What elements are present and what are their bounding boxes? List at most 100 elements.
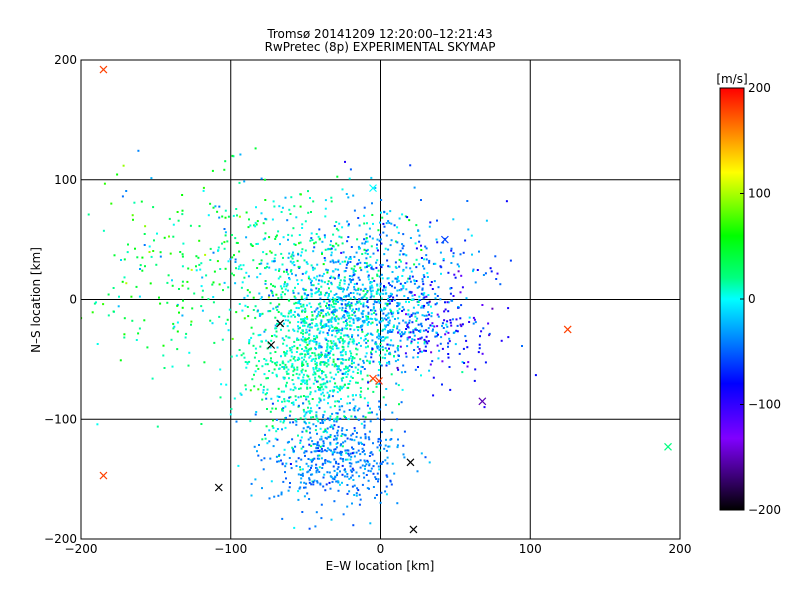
scatter-point bbox=[482, 327, 485, 330]
scatter-point bbox=[268, 266, 271, 269]
scatter-point bbox=[346, 334, 349, 337]
scatter-point bbox=[380, 364, 383, 367]
scatter-point bbox=[287, 489, 290, 492]
scatter-point bbox=[355, 461, 358, 464]
scatter-point bbox=[341, 362, 344, 365]
y-tick-label: −100 bbox=[44, 412, 77, 426]
scatter-point bbox=[303, 358, 305, 361]
scatter-point bbox=[344, 310, 347, 312]
scatter-point bbox=[332, 329, 335, 332]
scatter-point bbox=[302, 318, 305, 321]
scatter-point bbox=[456, 324, 459, 327]
scatter-point bbox=[356, 487, 359, 490]
colorbar-tick-label: −200 bbox=[748, 503, 781, 517]
scatter-point bbox=[384, 302, 387, 305]
scatter-point bbox=[347, 283, 350, 286]
scatter-point bbox=[363, 424, 366, 427]
scatter-point bbox=[288, 414, 291, 417]
scatter-point bbox=[150, 177, 153, 180]
scatter-point bbox=[345, 367, 347, 370]
scatter-point bbox=[358, 293, 361, 296]
scatter-point bbox=[403, 456, 406, 459]
scatter-point bbox=[292, 374, 295, 377]
scatter-point bbox=[371, 321, 374, 324]
scatter-point bbox=[292, 366, 295, 369]
scatter-point bbox=[256, 450, 258, 453]
scatter-point bbox=[316, 441, 319, 444]
scatter-point bbox=[126, 251, 129, 254]
scatter-point bbox=[335, 329, 338, 332]
scatter-point bbox=[441, 383, 443, 386]
scatter-point bbox=[297, 404, 300, 407]
scatter-point bbox=[259, 345, 262, 348]
scatter-point bbox=[425, 314, 428, 317]
scatter-point bbox=[340, 377, 343, 380]
scatter-point bbox=[351, 485, 354, 488]
scatter-point bbox=[300, 321, 303, 324]
scatter-point bbox=[333, 305, 336, 308]
scatter-point bbox=[341, 226, 344, 229]
scatter-point bbox=[380, 266, 383, 269]
scatter-point bbox=[289, 349, 292, 352]
scatter-point bbox=[507, 307, 510, 310]
scatter-point bbox=[230, 272, 233, 275]
scatter-point bbox=[375, 247, 378, 250]
scatter-point bbox=[365, 249, 368, 252]
scatter-point bbox=[410, 291, 413, 294]
scatter-point bbox=[309, 197, 311, 199]
scatter-point bbox=[292, 449, 295, 452]
scatter-point bbox=[361, 378, 364, 381]
scatter-point bbox=[281, 463, 284, 466]
scatter-point bbox=[296, 368, 299, 371]
scatter-point bbox=[402, 333, 404, 336]
scatter-point bbox=[254, 305, 257, 308]
scatter-point bbox=[156, 232, 158, 235]
scatter-point bbox=[265, 397, 268, 400]
scatter-point bbox=[255, 352, 258, 354]
scatter-point bbox=[368, 438, 371, 441]
scatter-point bbox=[223, 281, 226, 284]
scatter-point bbox=[302, 427, 305, 430]
scatter-point bbox=[318, 355, 321, 358]
scatter-point bbox=[379, 293, 381, 296]
scatter-point bbox=[285, 271, 288, 273]
scatter-point bbox=[139, 264, 142, 267]
scatter-point bbox=[390, 429, 393, 432]
scatter-point bbox=[375, 385, 378, 388]
scatter-point bbox=[372, 486, 375, 488]
scatter-point bbox=[270, 289, 273, 292]
scatter-point bbox=[370, 467, 373, 470]
scatter-point bbox=[360, 269, 363, 272]
scatter-point bbox=[209, 247, 212, 250]
scatter-point bbox=[311, 440, 314, 443]
scatter-point bbox=[483, 406, 486, 409]
scatter-point bbox=[337, 365, 340, 368]
scatter-point bbox=[382, 348, 384, 351]
scatter-point bbox=[367, 381, 370, 384]
scatter-point bbox=[466, 346, 469, 349]
scatter-point bbox=[388, 319, 391, 322]
scatter-point bbox=[305, 398, 308, 401]
scatter-point bbox=[387, 312, 390, 315]
scatter-point bbox=[375, 413, 378, 416]
scatter-point bbox=[344, 434, 347, 437]
scatter-point bbox=[324, 385, 327, 388]
scatter-point bbox=[189, 224, 192, 227]
scatter-point bbox=[423, 258, 425, 261]
scatter-point bbox=[131, 214, 134, 217]
scatter-point bbox=[385, 222, 388, 225]
scatter-point bbox=[244, 304, 247, 307]
scatter-point bbox=[300, 436, 303, 439]
scatter-point bbox=[201, 296, 204, 299]
scatter-point bbox=[245, 211, 248, 214]
scatter-point bbox=[321, 370, 323, 373]
scatter-point bbox=[337, 425, 340, 428]
scatter-point bbox=[434, 335, 437, 338]
scatter-point bbox=[328, 460, 330, 463]
scatter-point bbox=[452, 252, 455, 255]
scatter-point bbox=[123, 317, 126, 320]
scatter-point bbox=[300, 371, 303, 374]
scatter-point bbox=[144, 265, 146, 268]
scatter-point bbox=[200, 305, 203, 308]
scatter-point bbox=[275, 375, 278, 378]
